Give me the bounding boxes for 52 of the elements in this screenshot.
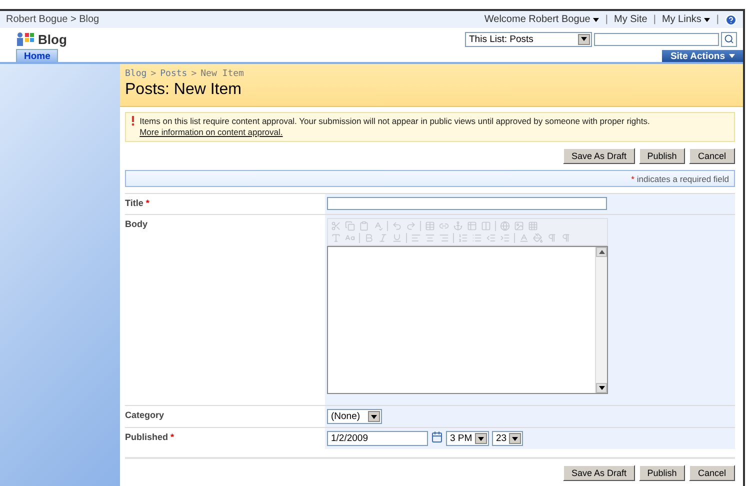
form-button[interactable]: Publish xyxy=(639,148,685,164)
body-editor[interactable] xyxy=(327,246,608,394)
site-actions-menu[interactable]: Site Actions xyxy=(662,50,743,62)
page-title: Posts: New Item xyxy=(125,81,242,99)
welcome-menu[interactable]: Welcome Robert Bogue xyxy=(484,14,600,25)
field-label: Title * xyxy=(125,197,150,210)
search-button[interactable] xyxy=(721,32,737,46)
approval-info-link[interactable]: More information on content approval. xyxy=(140,127,283,137)
caret-icon xyxy=(598,386,604,390)
field-label: Body xyxy=(125,218,148,231)
caret-icon xyxy=(581,37,587,41)
form-button[interactable]: Save As Draft xyxy=(563,148,635,164)
caret-icon xyxy=(512,436,518,440)
title-input[interactable] xyxy=(327,197,607,210)
search-field[interactable] xyxy=(594,32,719,46)
breadcrumb-link[interactable]: Blog xyxy=(125,69,147,79)
separator: | xyxy=(716,14,719,25)
separator: | xyxy=(605,14,608,25)
scrollbar[interactable] xyxy=(595,247,607,393)
breadcrumb-separator: > xyxy=(150,69,156,79)
separator: | xyxy=(653,14,656,25)
hour-select[interactable]: 3 PM xyxy=(446,431,489,446)
caret-icon xyxy=(593,18,600,22)
top-link[interactable]: My Site xyxy=(614,14,648,25)
nav-tab[interactable]: Home xyxy=(16,49,58,62)
breadcrumb-link[interactable]: Posts xyxy=(160,69,188,79)
calendar-icon[interactable] xyxy=(431,431,443,443)
field-label: Published * xyxy=(125,431,176,444)
form-button[interactable]: Cancel xyxy=(689,465,735,481)
site-breadcrumb[interactable]: Robert Bogue > Blog xyxy=(6,14,100,25)
date-input[interactable]: 1/2/2009 xyxy=(327,431,428,446)
site-title[interactable]: Blog xyxy=(38,32,67,46)
required-note: * indicates a required field xyxy=(631,174,729,184)
caret-icon xyxy=(371,414,377,418)
form-button[interactable]: Publish xyxy=(639,465,685,481)
caret-icon xyxy=(704,18,710,22)
exclamation-icon xyxy=(131,116,135,126)
top-link[interactable]: My Links xyxy=(662,14,710,25)
caret-icon xyxy=(478,436,484,440)
help-icon[interactable] xyxy=(725,14,737,26)
minute-select[interactable]: 23 xyxy=(492,431,523,446)
category-select[interactable]: (None) xyxy=(327,409,382,424)
site-logo-icon xyxy=(16,32,34,46)
search-icon xyxy=(724,34,734,44)
caret-icon xyxy=(729,54,735,58)
notice-text: Items on this list require content approval. Your submission will not appear in public views until approved by someone with proper rights. More information on content approval. xyxy=(140,116,651,138)
search-scope-select[interactable]: This List: Posts xyxy=(465,32,592,46)
caret-up-icon xyxy=(598,250,604,254)
form-button[interactable]: Cancel xyxy=(689,148,735,164)
form-button[interactable]: Save As Draft xyxy=(563,465,635,481)
field-label: Category xyxy=(125,409,166,422)
breadcrumb-separator: > xyxy=(191,69,197,79)
